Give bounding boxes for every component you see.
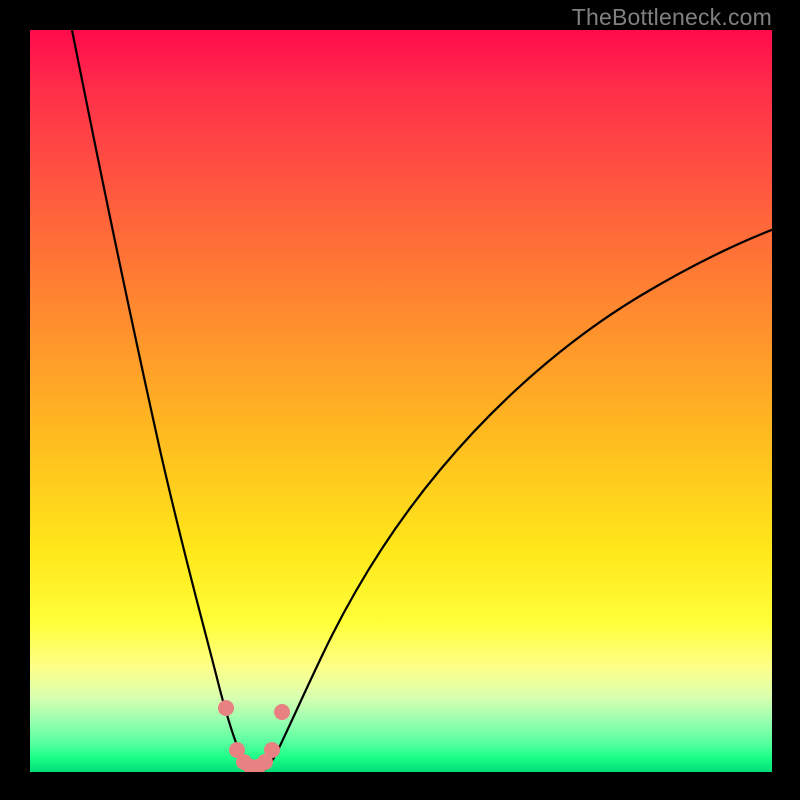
dot [218,700,234,716]
chart-stage: TheBottleneck.com [0,0,800,800]
marker-dots [218,700,290,772]
plot-area [30,30,772,772]
watermark-text: TheBottleneck.com [572,4,772,31]
dot [264,742,280,758]
right-curve [262,226,772,771]
dot [274,704,290,720]
curve-layer [30,30,772,772]
left-curve [70,30,252,771]
